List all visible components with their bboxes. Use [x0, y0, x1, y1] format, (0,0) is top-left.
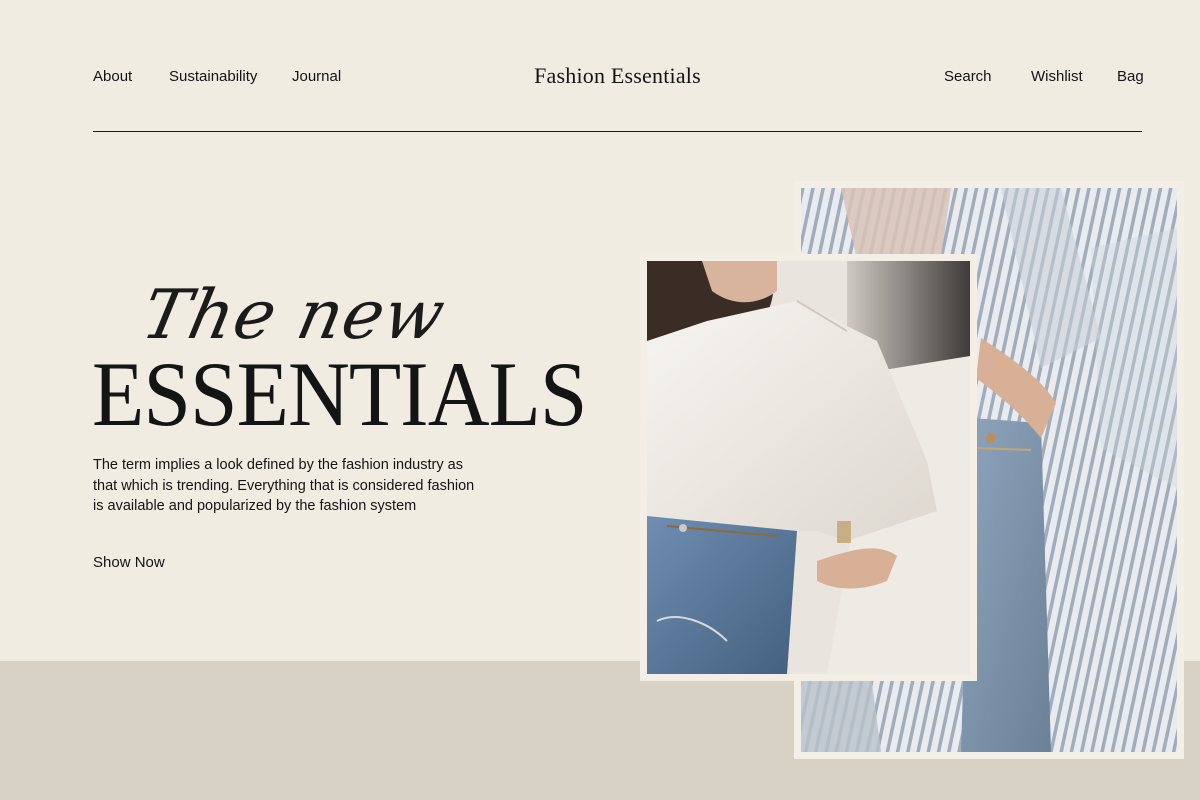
site-logo[interactable]: Fashion Essentials: [0, 62, 1200, 90]
hero-photo-white-shirt: [640, 254, 977, 681]
white-shirt-image: [647, 261, 970, 674]
hero-description: The term implies a look defined by the f…: [93, 457, 475, 514]
header-divider: [93, 131, 1142, 132]
nav-link-search[interactable]: Search: [944, 67, 992, 87]
nav-link-bag[interactable]: Bag: [1117, 67, 1144, 87]
show-now-link[interactable]: Show Now: [93, 553, 165, 573]
hero-title: ESSENTIALS: [92, 343, 588, 445]
nav-link-wishlist[interactable]: Wishlist: [1031, 67, 1083, 87]
